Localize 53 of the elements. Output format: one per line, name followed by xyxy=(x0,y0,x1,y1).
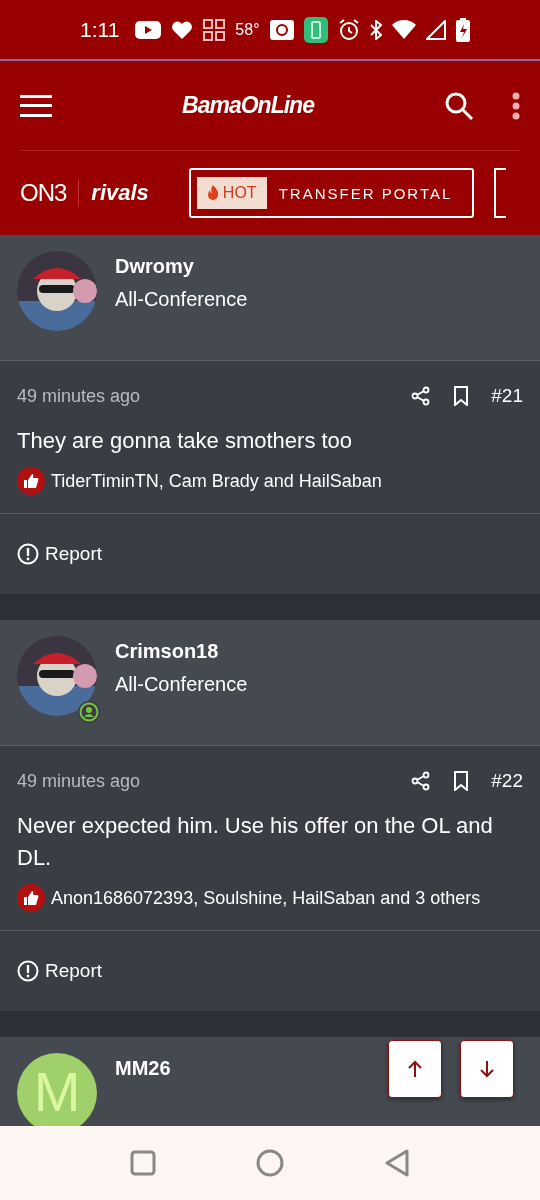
site-logo[interactable]: BamaOnLine xyxy=(52,92,444,119)
share-icon[interactable] xyxy=(411,386,432,406)
likes-text[interactable]: TiderTiminTN, Cam Brady and HailSaban xyxy=(51,470,382,492)
temperature: 58° xyxy=(235,20,260,39)
clock: 1:11 xyxy=(80,17,120,42)
back-icon[interactable] xyxy=(384,1149,410,1177)
post-number[interactable]: #21 xyxy=(491,385,523,407)
battery-saver-icon xyxy=(303,16,328,43)
more-icon[interactable] xyxy=(512,91,520,120)
username[interactable]: MM26 xyxy=(115,1057,171,1080)
user-rank: All-Conference xyxy=(115,288,248,311)
thumbs-up-icon xyxy=(17,467,45,495)
heart-icon xyxy=(171,19,194,40)
brand-logo[interactable]: rivals xyxy=(91,180,149,206)
play-icon xyxy=(135,20,162,39)
post-time: 49 minutes ago xyxy=(17,385,142,407)
search-icon[interactable] xyxy=(444,90,474,121)
alert-icon xyxy=(17,960,39,982)
scroll-down-button[interactable] xyxy=(460,1040,514,1098)
post-text: Never expected him. Use his offer on the OL and DL. xyxy=(17,812,494,872)
thumbs-up-icon xyxy=(17,884,45,912)
signal-icon xyxy=(425,19,446,40)
scroll-up-button[interactable] xyxy=(388,1040,442,1098)
report-link[interactable]: Report xyxy=(17,931,523,1011)
post-text: They are gonna take smothers too xyxy=(17,427,354,455)
bookmark-icon[interactable] xyxy=(453,386,470,406)
promo-button[interactable] xyxy=(494,168,507,218)
report-link[interactable]: Report xyxy=(17,514,523,594)
recents-icon[interactable] xyxy=(130,1150,156,1176)
arrow-down-icon xyxy=(479,1060,495,1078)
alert-icon xyxy=(17,543,39,565)
username[interactable]: Crimson18 xyxy=(115,640,248,663)
wifi-icon xyxy=(391,19,416,40)
hotspot-icon xyxy=(269,19,294,40)
flame-icon xyxy=(206,185,219,201)
bookmark-icon[interactable] xyxy=(453,771,470,791)
post-time: 49 minutes ago xyxy=(17,770,142,792)
avatar: M xyxy=(17,1053,97,1126)
battery-icon xyxy=(455,17,470,42)
menu-icon[interactable] xyxy=(20,94,52,117)
hot-badge: HOT xyxy=(196,177,267,209)
share-icon[interactable] xyxy=(411,771,432,791)
post-number[interactable]: #22 xyxy=(491,770,523,792)
username[interactable]: Dwromy xyxy=(115,255,248,278)
likes-text[interactable]: Anon1686072393, Soulshine, HailSaban and 3 others xyxy=(51,887,481,909)
arrow-up-icon xyxy=(407,1060,423,1078)
bluetooth-icon xyxy=(369,19,382,40)
promo-button[interactable]: HOT TRANSFER PORTAL xyxy=(188,168,475,218)
home-icon[interactable] xyxy=(256,1149,284,1177)
widgets-icon xyxy=(203,18,226,41)
brand-logo[interactable]: ON3 xyxy=(20,179,80,207)
alarm-icon xyxy=(337,18,360,41)
user-rank: All-Conference xyxy=(115,673,248,696)
